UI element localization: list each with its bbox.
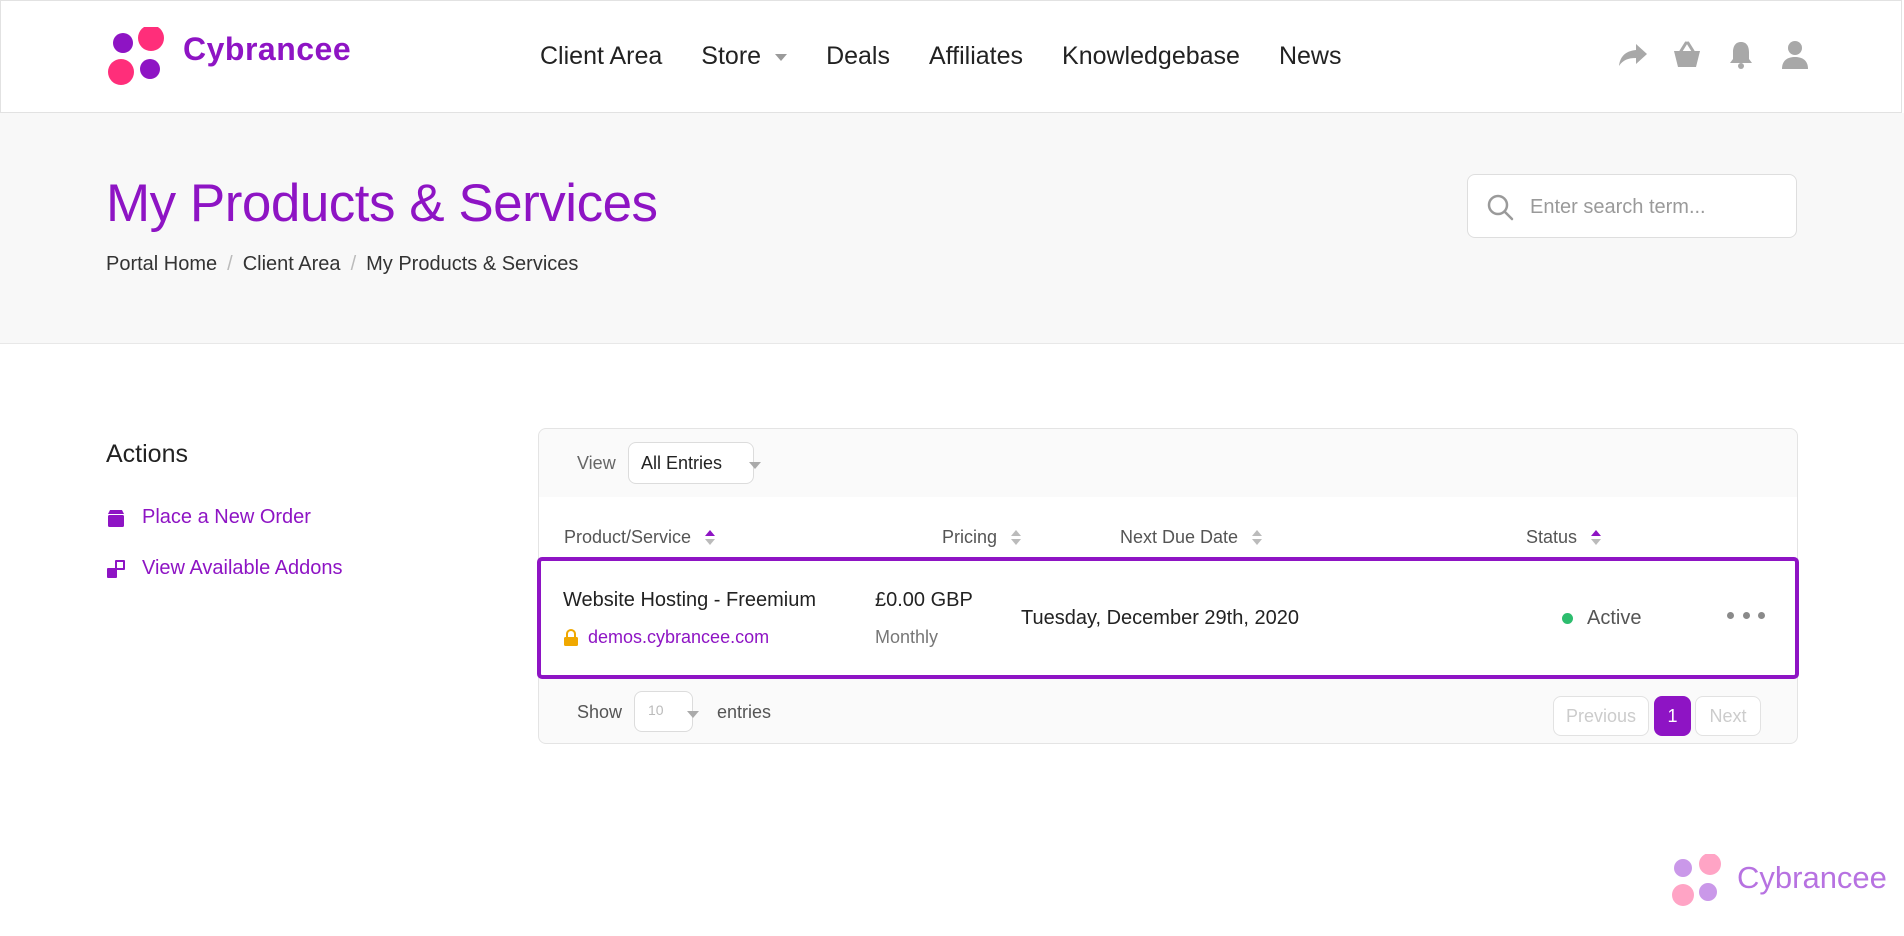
nav-store-label: Store bbox=[701, 42, 762, 70]
place-new-order-label: Place a New Order bbox=[142, 506, 311, 528]
view-addons-link[interactable]: View Available Addons bbox=[106, 557, 343, 580]
main-nav: Client Area Store Deals Affiliates Knowl… bbox=[540, 42, 1380, 71]
product-domain-link[interactable]: demos.cybrancee.com bbox=[563, 627, 769, 648]
place-new-order-link[interactable]: Place a New Order bbox=[106, 506, 311, 529]
column-header-due-date[interactable]: Next Due Date bbox=[1120, 527, 1263, 548]
column-header-status[interactable]: Status bbox=[1526, 527, 1602, 548]
product-name: Website Hosting - Freemium bbox=[563, 589, 817, 611]
breadcrumb-separator: / bbox=[227, 253, 233, 275]
brand-name[interactable]: Cybrancee bbox=[183, 31, 351, 68]
product-domain-text: demos.cybrancee.com bbox=[588, 627, 770, 647]
nav-store[interactable]: Store bbox=[701, 42, 788, 71]
table-toolbar: View All Entries bbox=[539, 429, 1797, 498]
search-box bbox=[1467, 174, 1797, 238]
services-table-card: View All Entries Product/Service Pricing… bbox=[537, 428, 1799, 744]
status-badge: Active bbox=[1562, 607, 1641, 630]
sort-icon bbox=[1252, 530, 1263, 545]
nav-deals-label: Deals bbox=[826, 42, 890, 70]
chevron-down-icon bbox=[775, 54, 788, 61]
breadcrumb: Portal Home / Client Area / My Products … bbox=[106, 253, 578, 276]
breadcrumb-client-area[interactable]: Client Area bbox=[243, 253, 341, 276]
actions-heading: Actions bbox=[106, 440, 188, 468]
product-price: £0.00 GBP bbox=[875, 589, 973, 611]
column-header-pricing-label: Pricing bbox=[942, 527, 998, 547]
bell-icon[interactable] bbox=[1724, 38, 1758, 72]
page-header: My Products & Services Portal Home / Cli… bbox=[0, 113, 1904, 344]
nav-affiliates-label: Affiliates bbox=[928, 42, 1024, 70]
watermark-text: Cybrancee bbox=[1737, 860, 1887, 895]
table-footer: Show 10 entries Previous 1 Next bbox=[539, 679, 1797, 743]
view-filter-select[interactable]: All Entries bbox=[628, 442, 761, 484]
breadcrumb-separator: / bbox=[350, 253, 357, 275]
sort-icon bbox=[1011, 530, 1022, 545]
next-due-date: Tuesday, December 29th, 2020 bbox=[1021, 607, 1299, 629]
chevron-down-icon bbox=[749, 462, 761, 469]
pagination-next-button[interactable]: Next bbox=[1695, 696, 1761, 736]
pagination-previous-button[interactable]: Previous bbox=[1553, 696, 1649, 736]
column-header-product[interactable]: Product/Service bbox=[564, 527, 716, 548]
entries-label: entries bbox=[717, 702, 772, 722]
column-header-due-date-label: Next Due Date bbox=[1120, 527, 1239, 547]
share-icon[interactable] bbox=[1616, 38, 1650, 72]
basket-icon[interactable] bbox=[1670, 38, 1704, 72]
breadcrumb-current: My Products & Services bbox=[366, 253, 579, 275]
status-label: Active bbox=[1587, 607, 1642, 629]
breadcrumb-portal-home[interactable]: Portal Home bbox=[106, 253, 217, 276]
nav-news-label: News bbox=[1278, 42, 1342, 70]
sort-icon bbox=[705, 530, 716, 545]
chevron-down-icon bbox=[687, 711, 699, 718]
billing-cycle: Monthly bbox=[875, 627, 939, 647]
more-options-icon[interactable] bbox=[1727, 603, 1765, 627]
search-icon bbox=[1487, 194, 1514, 221]
nav-deals[interactable]: Deals bbox=[826, 42, 890, 71]
pagination-page-1-button[interactable]: 1 bbox=[1654, 696, 1691, 736]
column-header-product-label: Product/Service bbox=[564, 527, 692, 547]
lock-icon bbox=[564, 628, 578, 646]
nav-knowledgebase-label: Knowledgebase bbox=[1062, 42, 1240, 70]
nav-client-area[interactable]: Client Area bbox=[540, 42, 662, 71]
nav-knowledgebase[interactable]: Knowledgebase bbox=[1062, 42, 1240, 71]
view-filter-label: View bbox=[577, 453, 616, 473]
page-title: My Products & Services bbox=[106, 174, 658, 233]
column-header-status-label: Status bbox=[1526, 527, 1578, 547]
search-input[interactable] bbox=[1528, 187, 1782, 227]
entries-per-page-value: 10 bbox=[648, 702, 664, 718]
addons-icon bbox=[107, 559, 125, 578]
table-row[interactable]: Website Hosting - Freemium demos.cybranc… bbox=[537, 557, 1799, 679]
view-filter-value: All Entries bbox=[641, 453, 723, 473]
box-icon bbox=[108, 509, 124, 527]
status-dot-icon bbox=[1562, 613, 1573, 624]
nav-client-area-label: Client Area bbox=[540, 42, 663, 70]
user-icon[interactable] bbox=[1778, 38, 1812, 72]
show-label: Show bbox=[577, 702, 623, 722]
sort-icon bbox=[1591, 530, 1602, 545]
column-header-pricing[interactable]: Pricing bbox=[942, 527, 1022, 548]
header-icons bbox=[1616, 38, 1832, 72]
entries-per-page-select[interactable]: 10 bbox=[634, 691, 699, 732]
nav-affiliates[interactable]: Affiliates bbox=[929, 42, 1023, 71]
nav-news[interactable]: News bbox=[1279, 42, 1342, 71]
view-addons-label: View Available Addons bbox=[142, 557, 343, 579]
